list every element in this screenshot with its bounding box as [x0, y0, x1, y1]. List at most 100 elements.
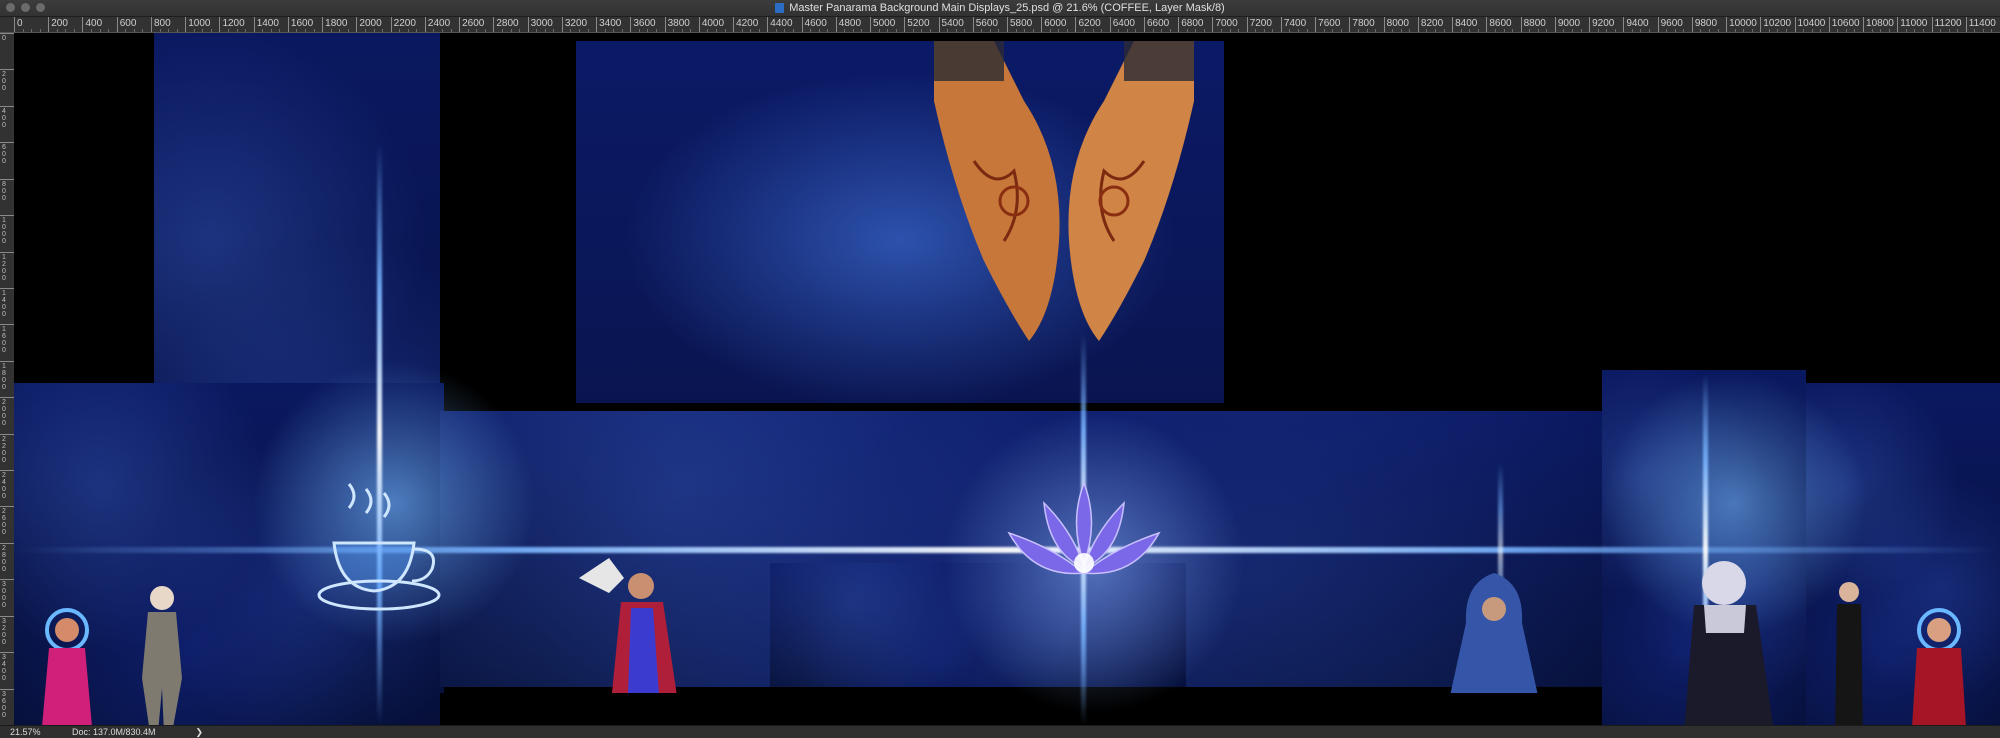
ruler-minor-tick	[1366, 29, 1368, 32]
ruler-minor-tick	[1409, 29, 1411, 32]
ruler-minor-tick	[519, 29, 521, 32]
window-title-bar: Master Panarama Background Main Displays…	[0, 0, 2000, 17]
ruler-minor-tick	[1734, 29, 1736, 32]
ruler-minor-tick	[1948, 29, 1950, 32]
ruler-minor-tick	[1880, 29, 1882, 32]
ruler-tick-label: 400	[82, 17, 102, 32]
vertical-ruler[interactable]: 0 200 400 600 800 1000 1200 1400 1600 1800 2000 220…	[0, 33, 15, 725]
zoom-window-button[interactable]	[36, 3, 45, 12]
ruler-tick-label: 3600	[630, 17, 656, 32]
ruler-minor-tick	[750, 29, 752, 32]
ruler-minor-tick	[681, 29, 683, 32]
ruler-tick-label: 9200	[1589, 17, 1614, 32]
ruler-minor-tick	[1614, 29, 1616, 32]
ruler-minor-tick	[1494, 29, 1496, 32]
minimize-window-button[interactable]	[21, 3, 30, 12]
ruler-minor-tick	[741, 29, 743, 32]
status-menu-arrow-icon[interactable]: ❯	[196, 727, 204, 738]
ruler-minor-tick	[91, 29, 93, 32]
close-window-button[interactable]	[6, 3, 15, 12]
vertical-ruler-tick: 2200	[0, 433, 14, 471]
ruler-minor-tick	[775, 29, 777, 32]
ruler-minor-tick	[56, 29, 58, 32]
ruler-minor-tick	[433, 29, 435, 32]
ruler-minor-tick	[339, 29, 341, 32]
horizontal-ruler[interactable]: 0 200 400 600 800 1000 1200 1400 1600 1800 2000 220…	[14, 17, 2000, 33]
ruler-tick-label: 2800	[493, 17, 519, 32]
vertical-ruler-tick: 2800	[0, 542, 14, 580]
ruler-tick-label: 8400	[1452, 17, 1477, 32]
vertical-ruler-tick: 600	[0, 142, 14, 179]
ruler-minor-tick	[1743, 29, 1745, 32]
document-size: Doc: 137.0M/830.4M	[72, 727, 156, 737]
left-vertical-beam	[377, 143, 382, 725]
ruler-origin[interactable]	[0, 17, 15, 33]
vertical-ruler-tick: 1600	[0, 324, 14, 361]
ruler-minor-tick	[1580, 29, 1582, 32]
ruler-tick-label: 4000	[698, 17, 724, 32]
vertical-ruler-tick: 1200	[0, 251, 14, 289]
vertical-ruler-tick: 2000	[0, 397, 14, 434]
ruler-minor-tick	[1914, 29, 1916, 32]
ruler-minor-tick	[955, 29, 957, 32]
ruler-minor-tick	[895, 29, 897, 32]
ruler-tick-label: 7600	[1315, 17, 1340, 32]
bottom-mask-right	[1186, 693, 1602, 725]
ruler-tick-label: 4400	[767, 17, 793, 32]
ruler-minor-tick	[1529, 29, 1531, 32]
ruler-tick-label: 4800	[835, 17, 861, 32]
ruler-minor-tick	[553, 29, 555, 32]
ruler-tick-label: 1200	[219, 17, 245, 32]
document-canvas[interactable]	[14, 33, 2000, 725]
ruler-tick-label: 7000	[1212, 17, 1238, 32]
ruler-minor-tick	[1084, 29, 1086, 32]
vertical-ruler-tick: 2600	[0, 506, 14, 543]
ruler-minor-tick	[1537, 29, 1539, 32]
ruler-minor-tick	[1571, 29, 1573, 32]
ruler-minor-tick	[202, 29, 204, 32]
ruler-minor-tick	[133, 29, 135, 32]
ruler-minor-tick	[1922, 29, 1924, 32]
ruler-minor-tick	[1803, 29, 1805, 32]
ruler-minor-tick	[1563, 29, 1565, 32]
woman-red-sweater	[1912, 608, 1966, 725]
ruler-minor-tick	[1845, 29, 1847, 32]
ruler-minor-tick	[578, 29, 580, 32]
psd-file-icon	[775, 3, 785, 13]
ruler-tick-label: 6200	[1075, 17, 1101, 32]
ruler-minor-tick	[1229, 29, 1231, 32]
ruler-minor-tick	[1597, 29, 1599, 32]
ruler-tick-label: 5600	[972, 17, 998, 32]
window-controls[interactable]	[6, 3, 45, 12]
ruler-minor-tick	[1991, 29, 1993, 32]
ruler-minor-tick	[647, 29, 649, 32]
zoom-level[interactable]: 21.57%	[10, 727, 50, 737]
vertical-ruler-tick: 1000	[0, 215, 14, 252]
ruler-minor-tick	[912, 29, 914, 32]
ruler-minor-tick	[587, 29, 589, 32]
ruler-minor-tick	[604, 29, 606, 32]
ruler-tick-label: 5400	[938, 17, 964, 32]
status-bar: 21.57% Doc: 137.0M/830.4M ❯	[0, 725, 2000, 738]
ruler-minor-tick	[1503, 29, 1505, 32]
vintage-woman	[1684, 561, 1773, 725]
ruler-tick-label: 4200	[733, 17, 758, 32]
ruler-minor-tick	[1751, 29, 1753, 32]
ruler-minor-tick	[1649, 29, 1651, 32]
ruler-minor-tick	[1049, 29, 1051, 32]
lotus-flower	[1007, 480, 1161, 575]
ruler-tick-label: 7200	[1246, 17, 1272, 32]
ruler-minor-tick	[1820, 29, 1822, 32]
ruler-tick-label: 600	[116, 17, 136, 32]
ruler-minor-tick	[382, 29, 384, 32]
ruler-minor-tick	[1777, 29, 1779, 32]
ruler-minor-tick	[1957, 29, 1959, 32]
ruler-minor-tick	[544, 29, 546, 32]
ruler-tick-label: 200	[48, 17, 68, 32]
ruler-minor-tick	[159, 29, 161, 32]
ruler-minor-tick	[99, 29, 101, 32]
ruler-tick-label: 800	[150, 17, 171, 32]
ruler-minor-tick	[1323, 29, 1325, 32]
alien-warrior	[142, 586, 182, 725]
ruler-minor-tick	[638, 29, 640, 32]
